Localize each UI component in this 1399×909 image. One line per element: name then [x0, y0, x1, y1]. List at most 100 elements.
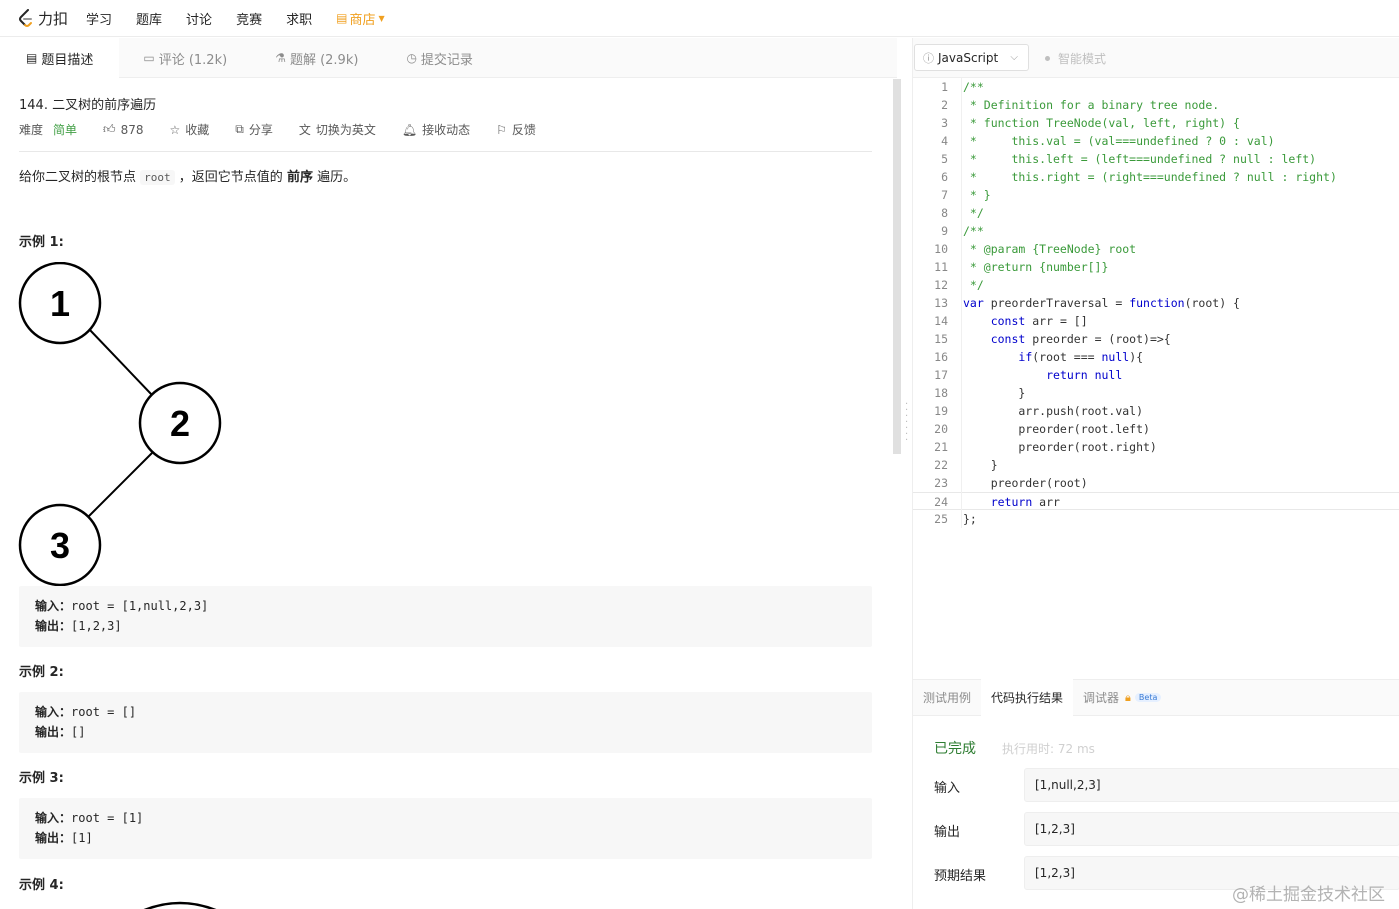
output-label: 输出：	[35, 725, 72, 739]
tab-debugger[interactable]: 调试器 🔒︎ Beta	[1073, 679, 1171, 716]
nav-item-store[interactable]: ▤ 商店 ▼	[336, 9, 385, 28]
line-number: 10	[934, 242, 948, 256]
info-icon: ⓘ	[923, 51, 934, 65]
code-editor[interactable]: 1 /** 2 * Definition for a binary tree nod…	[913, 78, 1399, 528]
nav-item-contest[interactable]: 竞赛	[236, 9, 262, 28]
code-text: /**	[963, 80, 984, 94]
code-line: 18 }	[913, 384, 1399, 402]
language-select[interactable]: ⓘ JavaScript ⌵	[914, 44, 1029, 71]
line-number: 22	[934, 458, 948, 472]
panel-resize-handle[interactable]: · · · · · · ·	[905, 400, 908, 446]
line-number: 1	[941, 80, 948, 94]
code-text: * function TreeNode(val, left, right) {	[963, 116, 1240, 130]
example-input: root = [1]	[71, 811, 144, 825]
beta-badge: Beta	[1134, 693, 1162, 702]
tree-node-partial	[143, 901, 217, 909]
switch-language-button[interactable]: 文 切换为英文	[299, 121, 376, 138]
line-number: 5	[941, 152, 948, 166]
code-line: 16 if(root === null){	[913, 348, 1399, 366]
code-text: * this.left = (left===undefined ? null :…	[963, 152, 1317, 166]
desc-bold: 前序	[286, 170, 313, 185]
leetcode-logo-icon	[19, 9, 32, 27]
like-button[interactable]: 👍︎ 878	[103, 122, 143, 137]
nav-item-discuss[interactable]: 讨论	[186, 9, 212, 28]
example-3-box: 输入：root = [1] 输出：[1]	[19, 798, 872, 859]
code-text: * }	[963, 188, 991, 202]
nav-item-problems[interactable]: 题库	[136, 9, 162, 28]
tab-description[interactable]: ▤ 题目描述	[0, 38, 120, 78]
code-line: 21 preorder(root.right)	[913, 438, 1399, 456]
code-line: 10 * @param {TreeNode} root	[913, 240, 1399, 258]
gutter-separator	[961, 78, 962, 528]
line-number: 3	[941, 116, 948, 130]
code-line: 19 arr.push(root.val)	[913, 402, 1399, 420]
logo[interactable]: 力扣	[18, 8, 68, 29]
code-line: 3 * function TreeNode(val, left, right) …	[913, 114, 1399, 132]
code-text: const preorder = (root)=>{	[990, 332, 1171, 346]
feedback-label: 反馈	[511, 123, 536, 137]
switch-language-label: 切换为英文	[315, 123, 376, 137]
input-label: 输入：	[35, 705, 72, 719]
line-number: 21	[934, 440, 948, 454]
tab-run-result[interactable]: 代码执行结果	[981, 679, 1074, 716]
thumbs-up-icon: 👍︎	[103, 122, 116, 136]
input-label: 输入：	[35, 811, 72, 825]
output-label: 输出：	[35, 619, 72, 633]
code-line: 6 * this.right = (right===undefined ? nu…	[913, 168, 1399, 186]
output-label: 输出	[934, 825, 961, 840]
feedback-button[interactable]: ⚐ 反馈	[496, 121, 536, 138]
debugger-label: 调试器	[1083, 691, 1120, 705]
subscribe-button[interactable]: 🔔︎ 接收动态	[402, 121, 470, 138]
left-panel-scrollbar[interactable]	[893, 79, 901, 454]
example-4-title: 示例 4:	[19, 878, 64, 893]
line-number: 12	[934, 278, 948, 292]
line-number: 14	[934, 314, 948, 328]
line-number: 24	[934, 495, 948, 509]
smart-mode-toggle[interactable]: 智能模式	[1045, 50, 1106, 67]
code-line: 15 const preorder = (root)=>{	[913, 330, 1399, 348]
divider	[19, 151, 872, 152]
code-text: const arr = []	[990, 314, 1088, 328]
code-text: }	[963, 458, 998, 472]
example-3-title: 示例 3:	[19, 771, 64, 786]
output-label: 输出：	[35, 831, 72, 845]
input-value: [1,null,2,3]	[1035, 778, 1101, 792]
code-text: return arr	[990, 495, 1060, 509]
nav-item-jobs[interactable]: 求职	[286, 9, 312, 28]
line-number: 18	[934, 386, 948, 400]
problem-meta: 难度 简单 👍︎ 878 ☆ 收藏 ⧉ 分享 文 切换为英文 🔔︎ 接收动态 ⚐…	[19, 121, 562, 138]
share-button[interactable]: ⧉ 分享	[235, 121, 273, 138]
exec-time: 执行用时: 72 ms	[1002, 742, 1095, 756]
nav-item-learn[interactable]: 学习	[86, 9, 112, 28]
bell-icon: 🔔︎	[401, 122, 418, 137]
top-nav: 力扣 学习 题库 讨论 竞赛 求职 ▤ 商店 ▼	[0, 0, 1399, 37]
code-line: 8 */	[913, 204, 1399, 222]
line-number: 20	[934, 422, 948, 436]
line-number: 16	[934, 350, 948, 364]
code-line: 1 /**	[913, 78, 1399, 96]
code-text: * @param {TreeNode} root	[963, 242, 1137, 256]
desc-text: 遍历。	[317, 170, 357, 185]
example-input: root = [1,null,2,3]	[71, 599, 209, 613]
example-input: root = []	[71, 705, 137, 719]
code-text: * @return {number[]}	[963, 260, 1109, 274]
favorite-button[interactable]: ☆ 收藏	[169, 121, 209, 138]
smart-mode-dot	[1045, 56, 1050, 61]
share-label: 分享	[248, 123, 273, 137]
expected-value: [1,2,3]	[1035, 866, 1075, 880]
comment-icon: ▭	[143, 51, 155, 65]
output-value: [1,2,3]	[1035, 822, 1075, 836]
code-line: 4 * this.val = (val===undefined ? 0 : va…	[913, 132, 1399, 150]
example-output: []	[71, 725, 86, 739]
code-line: 11 * @return {number[]}	[913, 258, 1399, 276]
code-text: }	[963, 386, 1026, 400]
store-label: 商店	[349, 12, 376, 28]
tab-submissions[interactable]: ◷ 提交记录	[382, 38, 497, 78]
tab-testcase[interactable]: 测试用例	[913, 679, 981, 716]
editor-panel: ⓘ JavaScript ⌵ 智能模式 1 /** 2 * Definition f…	[912, 38, 1399, 909]
caret-down-icon: ▼	[378, 13, 385, 23]
tab-solutions[interactable]: ⚗ 题解 (2.9k)	[251, 38, 382, 78]
line-number: 4	[941, 134, 948, 148]
favorite-label: 收藏	[185, 123, 210, 137]
tab-comments[interactable]: ▭ 评论 (1.2k)	[119, 38, 251, 78]
